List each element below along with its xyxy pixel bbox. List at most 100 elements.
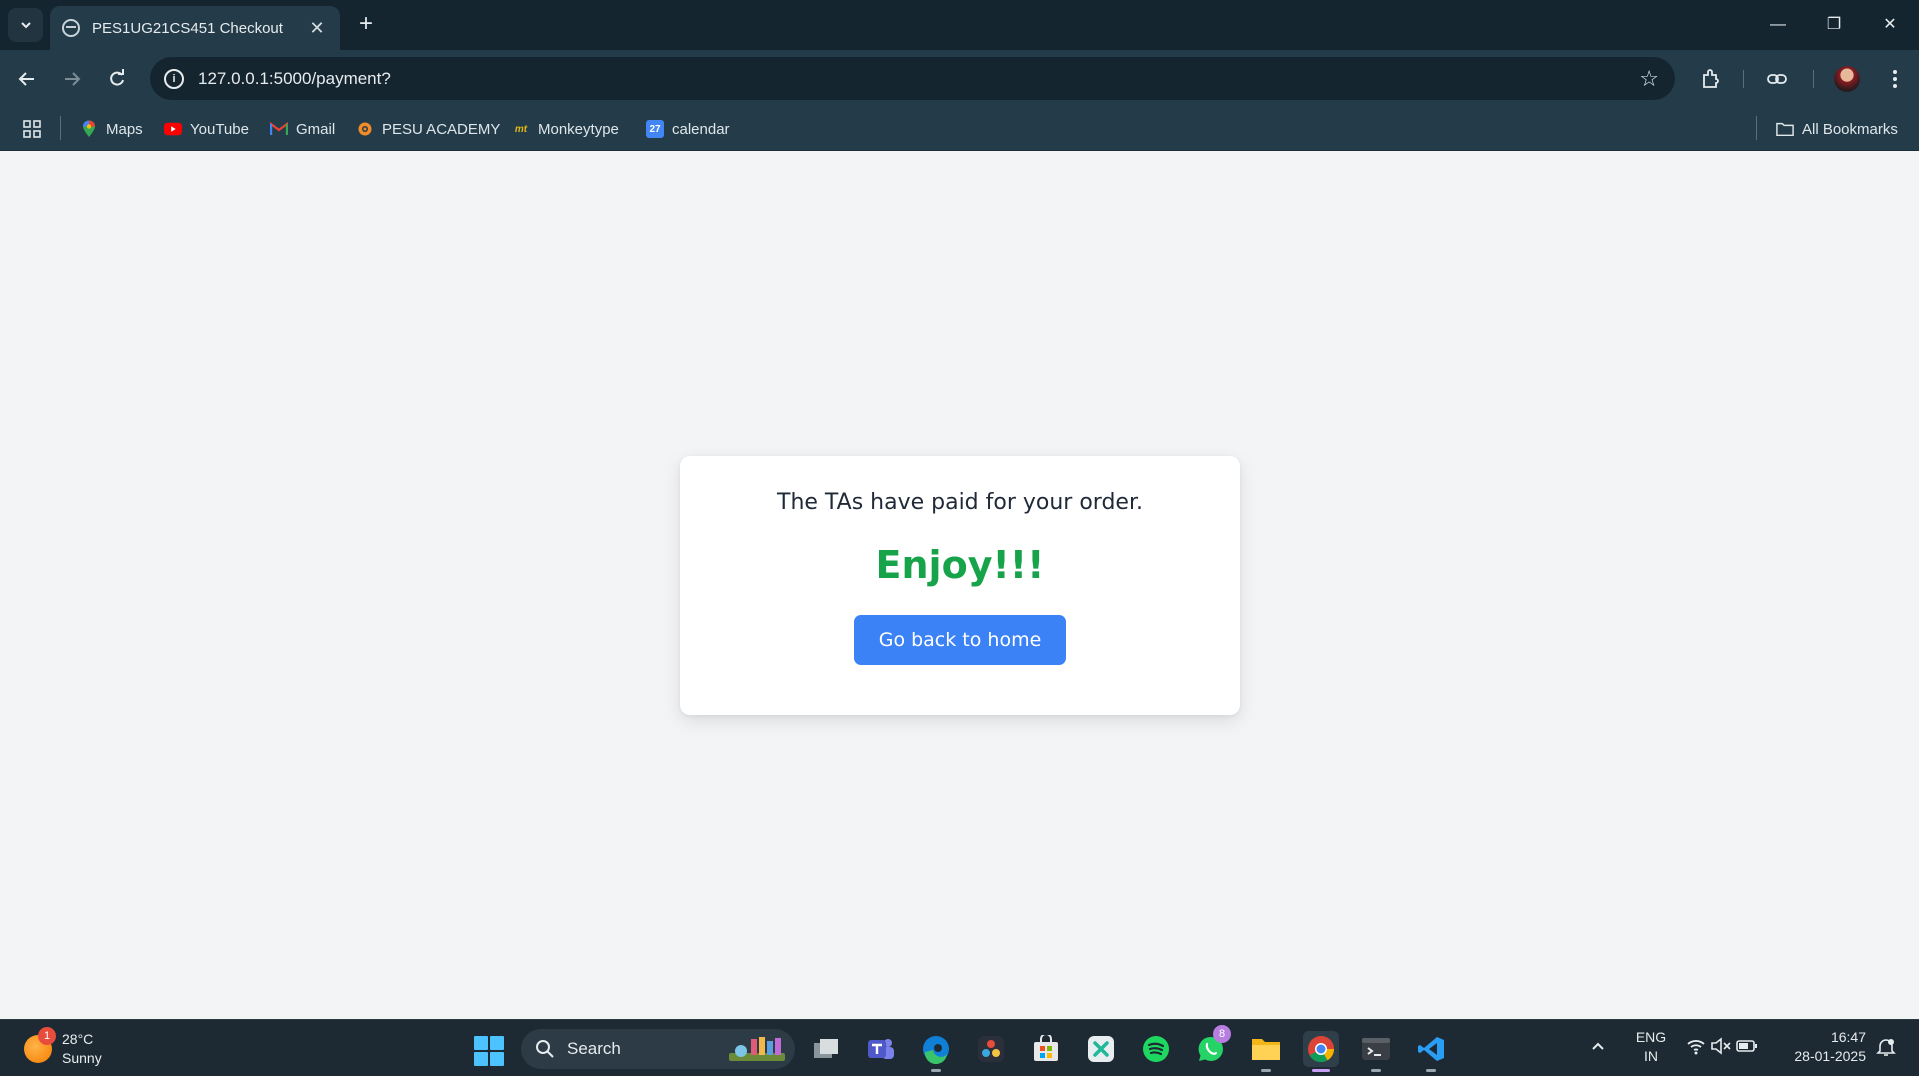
taskbar: 1 28°C Sunny Search 8 ENG IN 16:47 28-01…: [0, 1019, 1919, 1076]
clock-time: 16:47: [1830, 1029, 1866, 1045]
link-button[interactable]: [1761, 63, 1793, 95]
address-bar[interactable]: i 127.0.0.1:5000/payment? ☆: [150, 57, 1675, 100]
windows-logo-icon: [490, 1036, 504, 1050]
youtube-icon: [164, 120, 182, 138]
notifications-button[interactable]: [1876, 1037, 1896, 1062]
start-button[interactable]: [474, 1036, 504, 1066]
taskbar-teams[interactable]: [863, 1031, 899, 1067]
language-code: ENG: [1635, 1029, 1667, 1045]
weather-widget[interactable]: 1 28°C Sunny: [24, 1027, 102, 1070]
taskbar-xmind[interactable]: [1083, 1031, 1119, 1067]
teams-icon: [868, 1039, 894, 1059]
search-highlight-icon: [729, 1037, 785, 1061]
file-explorer-icon: [1252, 1039, 1280, 1060]
window-close-button[interactable]: ✕: [1870, 10, 1910, 40]
davinci-resolve-icon: [978, 1036, 1004, 1062]
confirmation-message: The TAs have paid for your order.: [777, 490, 1143, 515]
close-icon[interactable]: ✕: [306, 18, 328, 39]
tab-title: PES1UG21CS451 Checkout: [92, 19, 283, 37]
browser-toolbar: i 127.0.0.1:5000/payment? ☆: [0, 50, 1919, 108]
gmail-icon: [270, 120, 288, 138]
speaker-muted-icon: [1711, 1037, 1731, 1055]
quick-settings-button[interactable]: [1686, 1037, 1758, 1060]
taskbar-terminal[interactable]: [1358, 1031, 1394, 1072]
spotify-icon: [1143, 1036, 1169, 1062]
battery-icon: [1735, 1040, 1757, 1052]
forward-button[interactable]: [55, 62, 89, 96]
payment-confirmation-card: The TAs have paid for your order. Enjoy!…: [680, 456, 1240, 715]
bookmark-youtube[interactable]: YouTube: [164, 117, 249, 141]
clock-date: 28-01-2025: [1794, 1048, 1866, 1064]
chrome-icon: [1308, 1036, 1335, 1063]
extensions-button[interactable]: [1695, 63, 1727, 95]
wifi-icon: [1687, 1040, 1705, 1055]
taskbar-davinci-resolve[interactable]: [973, 1031, 1009, 1067]
toolbar-divider: [1743, 70, 1744, 88]
bookmark-gmail[interactable]: Gmail: [270, 117, 335, 141]
back-button[interactable]: [10, 62, 44, 96]
edge-icon: [923, 1036, 949, 1064]
site-info-icon[interactable]: i: [164, 68, 184, 89]
clock[interactable]: 16:47 28-01-2025: [1780, 1028, 1866, 1066]
bookmark-monkeytype[interactable]: mt Monkeytype: [512, 117, 619, 141]
bookmarks-divider: [60, 116, 61, 140]
new-tab-button[interactable]: +: [352, 10, 380, 38]
puzzle-icon: [1703, 69, 1719, 88]
show-hidden-icons-button[interactable]: [1590, 1038, 1606, 1059]
bookmark-label: Gmail: [296, 120, 336, 138]
minimize-button[interactable]: —: [1758, 10, 1798, 40]
windows-logo-icon: [474, 1036, 488, 1050]
pesu-icon: [356, 120, 374, 138]
taskbar-microsoft-store[interactable]: [1028, 1031, 1064, 1067]
arrow-right-icon: [65, 72, 81, 86]
windows-logo-icon: [474, 1052, 488, 1066]
xmind-icon: [1088, 1036, 1114, 1062]
terminal-icon: [1362, 1038, 1390, 1060]
bookmark-label: calendar: [672, 120, 730, 138]
taskbar-edge[interactable]: [918, 1031, 954, 1072]
url-text: 127.0.0.1:5000/payment?: [198, 68, 391, 88]
running-indicator: [1261, 1069, 1271, 1072]
browser-menu-button[interactable]: [1879, 63, 1911, 95]
go-back-home-button[interactable]: Go back to home: [854, 615, 1066, 665]
sun-icon: 1: [24, 1027, 56, 1063]
notification-badge: 1: [38, 1027, 56, 1045]
bookmark-label: Monkeytype: [538, 120, 619, 138]
taskbar-chrome[interactable]: [1303, 1031, 1339, 1072]
bookmark-pesu-academy[interactable]: PESU ACADEMY: [356, 117, 500, 141]
taskbar-whatsapp[interactable]: 8: [1193, 1025, 1231, 1067]
browser-tab[interactable]: PES1UG21CS451 Checkout ✕: [50, 6, 340, 50]
language-indicator[interactable]: ENG IN: [1630, 1028, 1672, 1066]
tab-search-button[interactable]: [8, 8, 43, 42]
profile-button[interactable]: [1831, 63, 1863, 95]
running-indicator: [1371, 1069, 1381, 1072]
weather-text: 28°C Sunny: [62, 1030, 102, 1068]
reload-icon: [110, 69, 124, 86]
bookmarks-divider: [1756, 116, 1757, 140]
restore-button[interactable]: ❐: [1814, 10, 1854, 40]
reload-button[interactable]: [100, 62, 134, 96]
all-bookmarks-button[interactable]: All Bookmarks: [1776, 117, 1898, 141]
search-label: Search: [567, 1039, 621, 1058]
taskbar-task-view[interactable]: [808, 1031, 844, 1067]
taskbar-search[interactable]: Search: [521, 1029, 795, 1069]
maps-icon: [80, 120, 98, 138]
microsoft-store-icon: [1034, 1035, 1058, 1061]
bookmark-label: Maps: [106, 120, 143, 138]
taskbar-spotify[interactable]: [1138, 1031, 1174, 1067]
bookmarks-bar: Maps YouTube Gmail PESU ACADEMY mt Monke…: [0, 108, 1919, 151]
all-bookmarks-label: All Bookmarks: [1802, 120, 1898, 138]
vscode-icon: [1418, 1037, 1444, 1061]
folder-icon: [1776, 120, 1794, 138]
calendar-icon: 27: [646, 120, 664, 138]
taskbar-file-explorer[interactable]: [1248, 1031, 1284, 1072]
taskbar-vscode[interactable]: [1413, 1031, 1449, 1072]
bookmark-calendar[interactable]: 27 calendar: [646, 117, 730, 141]
link-icon: [1767, 74, 1787, 84]
weather-temperature: 28°C: [62, 1031, 94, 1047]
chevron-up-icon: [1592, 1042, 1604, 1050]
bookmark-maps[interactable]: Maps: [80, 117, 143, 141]
task-view-icon: [814, 1039, 838, 1058]
apps-button[interactable]: [22, 117, 42, 141]
star-icon[interactable]: ☆: [1639, 66, 1659, 92]
